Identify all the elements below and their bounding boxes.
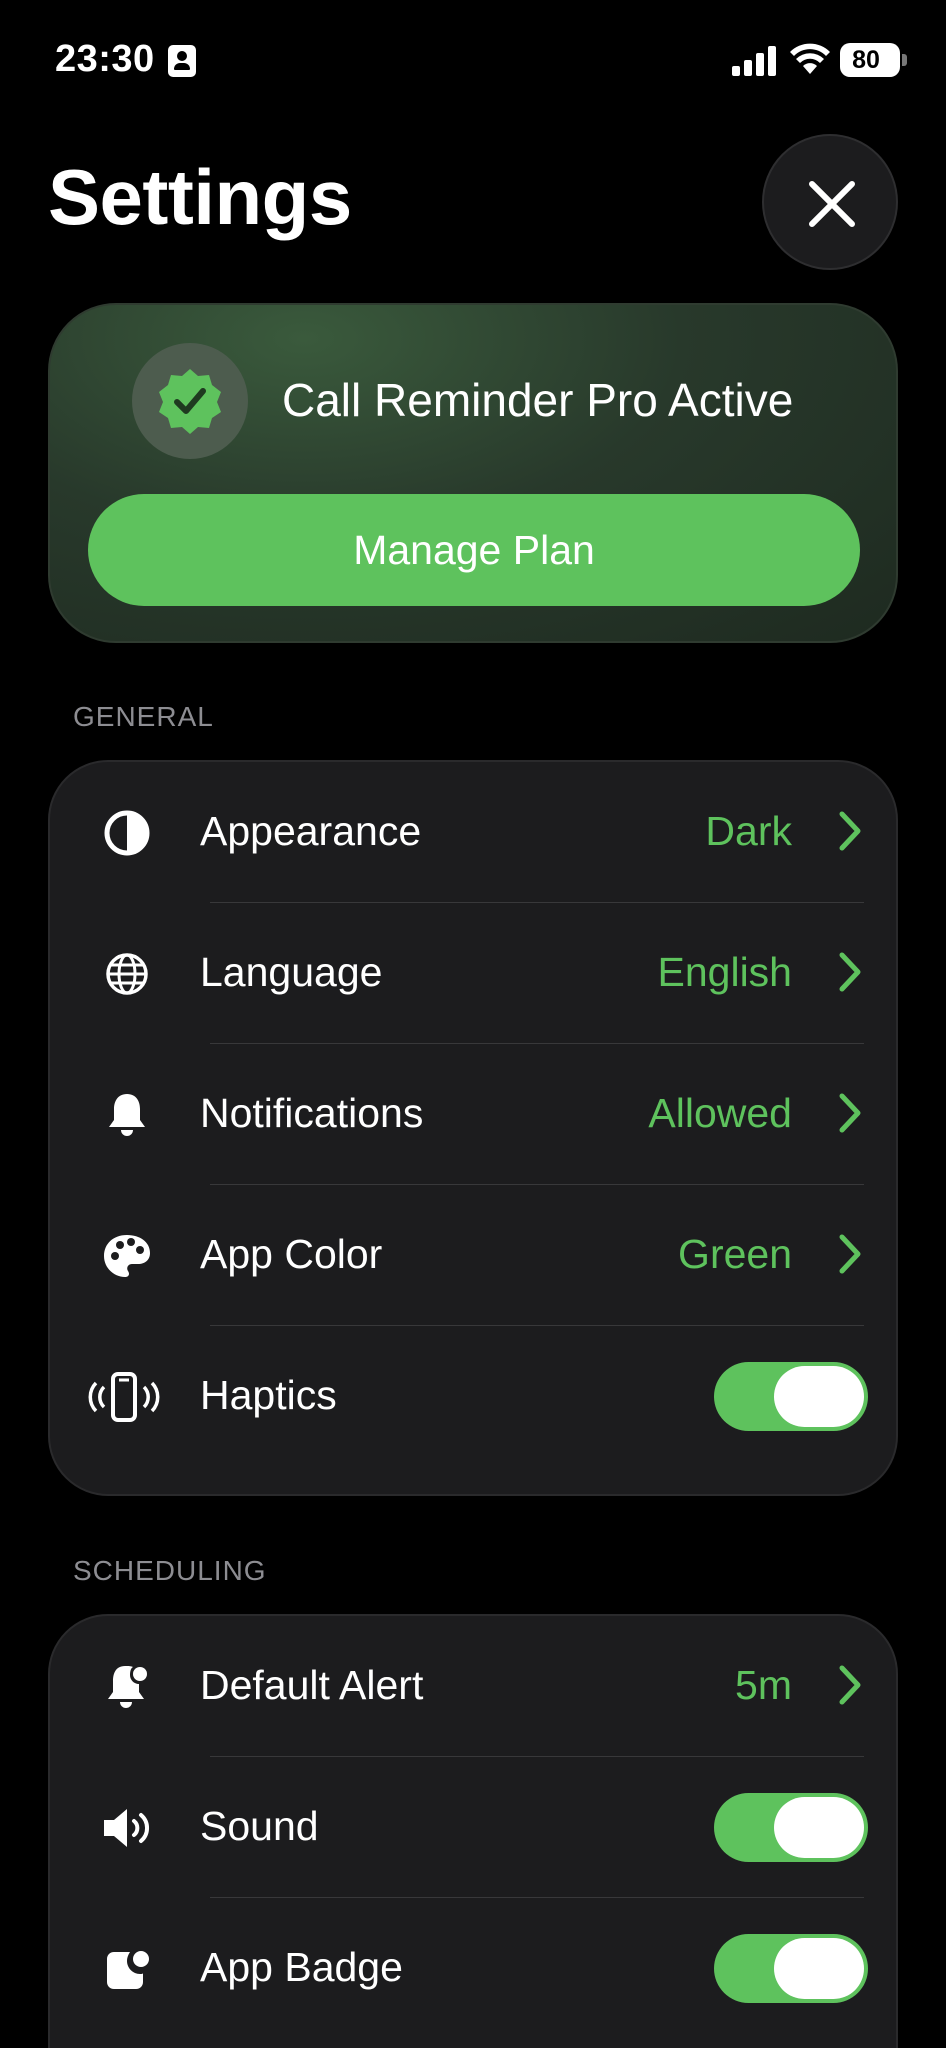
haptics-toggle[interactable] [714, 1362, 868, 1431]
status-time: 23:30 [55, 38, 155, 80]
contact-card-icon [168, 45, 196, 77]
palette-icon [104, 1235, 150, 1277]
bell-icon [109, 1094, 145, 1136]
sound-toggle[interactable] [714, 1793, 868, 1862]
row-sound: Sound [50, 1757, 900, 1898]
section-header-scheduling: SCHEDULING [73, 1555, 267, 1586]
chevron-right-icon [839, 1234, 861, 1274]
close-icon [809, 181, 855, 227]
close-button[interactable] [762, 134, 898, 270]
cellular-signal-icon [732, 46, 776, 76]
verified-badge [132, 343, 248, 459]
row-label: Default Alert [200, 1662, 424, 1708]
row-language[interactable]: Language English [50, 903, 900, 1044]
page-title: Settings [48, 153, 352, 241]
row-label: Haptics [200, 1372, 337, 1418]
general-settings-group: Appearance Dark Language English Notific… [48, 760, 898, 1496]
bell-badge-icon [108, 1666, 147, 1708]
row-notifications[interactable]: Notifications Allowed [50, 1044, 900, 1185]
row-appearance[interactable]: Appearance Dark [50, 762, 900, 903]
battery-icon: 80 [840, 43, 907, 77]
row-value: 5m [735, 1662, 792, 1708]
battery-level: 80 [852, 46, 880, 74]
wifi-icon [790, 43, 830, 74]
row-app-badge: App Badge [50, 1898, 900, 2039]
chevron-right-icon [839, 952, 861, 992]
checkmark-seal-icon [159, 369, 221, 434]
chevron-right-icon [839, 1665, 861, 1705]
scheduling-settings-group: Default Alert 5m Sound App Badge [48, 1614, 898, 2048]
manage-plan-button[interactable]: Manage Plan [88, 494, 860, 606]
row-label: App Color [200, 1231, 383, 1277]
row-value: Dark [705, 808, 792, 854]
row-haptics: Haptics [50, 1326, 900, 1467]
globe-icon [106, 953, 148, 995]
section-header-general: GENERAL [73, 701, 214, 732]
row-label: Language [200, 949, 383, 995]
row-default-alert[interactable]: Default Alert 5m [50, 1616, 900, 1757]
pro-status-card: Call Reminder Pro Active Manage Plan [48, 303, 898, 643]
status-bar: 23:30 80 [0, 0, 946, 120]
chevron-right-icon [839, 1093, 861, 1133]
toggle-knob [774, 1938, 864, 1999]
row-label: Notifications [200, 1090, 424, 1136]
row-label: Sound [200, 1803, 319, 1849]
row-label: Appearance [200, 808, 422, 854]
toggle-knob [774, 1366, 864, 1427]
app-badge-icon [107, 1951, 149, 1989]
row-value: English [657, 949, 792, 995]
row-app-color[interactable]: App Color Green [50, 1185, 900, 1326]
contrast-icon [104, 810, 150, 856]
pro-status-title: Call Reminder Pro Active [282, 374, 794, 426]
phone-vibrate-icon [88, 1372, 160, 1422]
row-value: Allowed [648, 1090, 792, 1136]
row-value: Green [678, 1231, 792, 1277]
speaker-icon [104, 1809, 149, 1847]
toggle-knob [774, 1797, 864, 1858]
app-badge-toggle[interactable] [714, 1934, 868, 2003]
chevron-right-icon [839, 811, 861, 851]
row-label: App Badge [200, 1944, 403, 1990]
